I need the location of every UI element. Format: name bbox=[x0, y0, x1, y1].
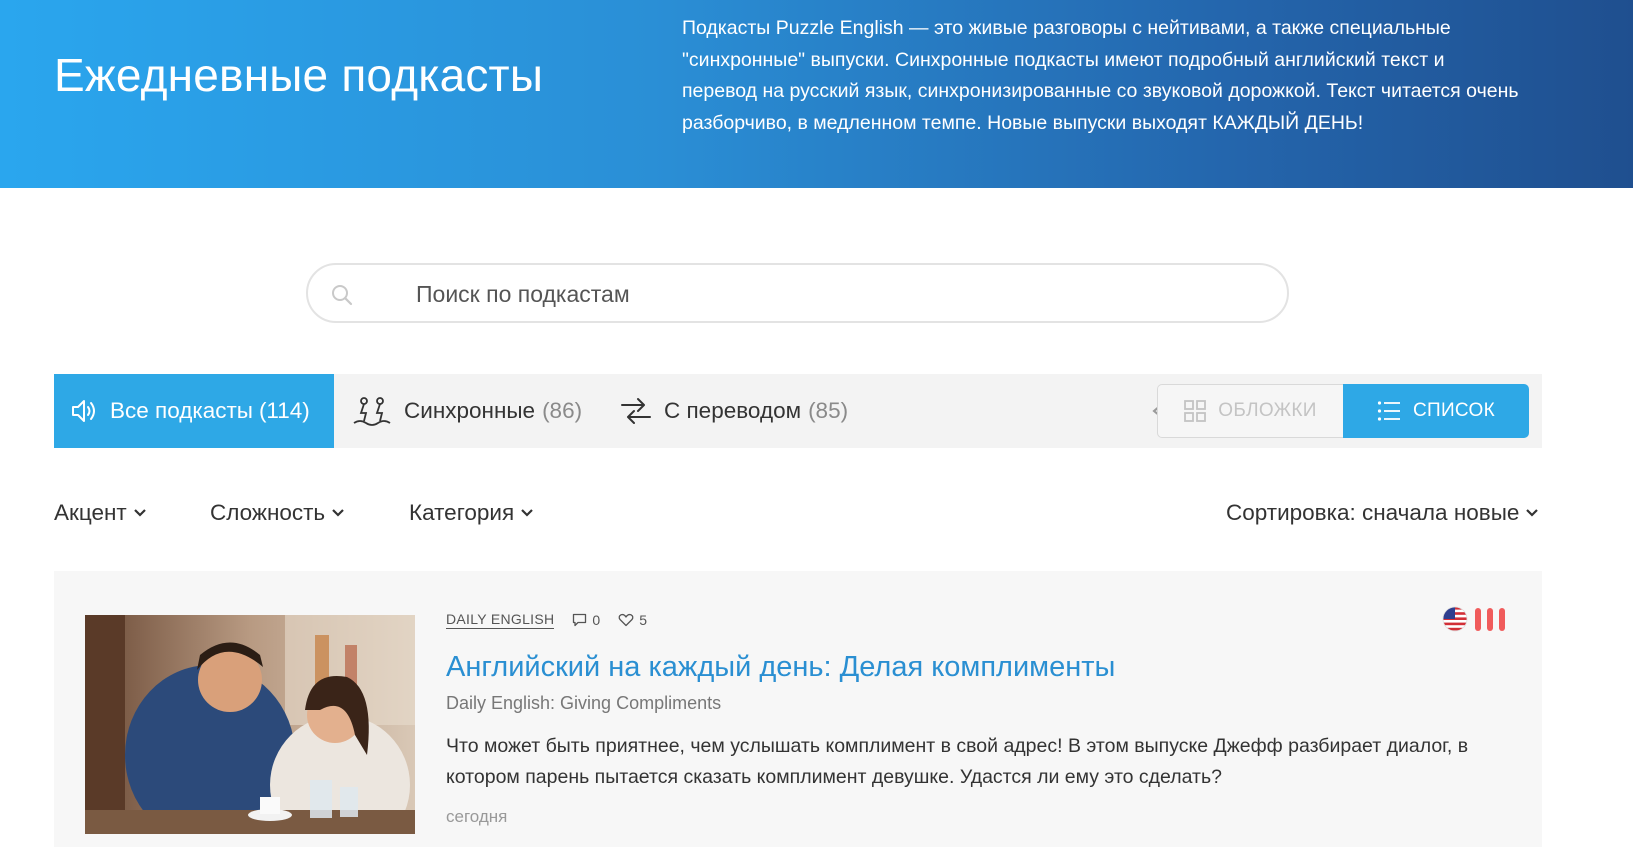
speaker-icon bbox=[72, 400, 95, 422]
podcast-title-link[interactable]: Английский на каждый день: Делая комплим… bbox=[446, 651, 1115, 684]
tab-count: (114) bbox=[258, 398, 310, 423]
tab-label: Синхронные bbox=[404, 398, 536, 423]
search-box[interactable] bbox=[306, 263, 1289, 323]
search-icon bbox=[332, 285, 353, 306]
comment-icon bbox=[573, 613, 587, 627]
tab-synchronous[interactable]: Синхронные (86) bbox=[352, 374, 582, 448]
podcast-cover-image[interactable] bbox=[85, 615, 415, 834]
level-bar bbox=[1487, 608, 1493, 631]
podcast-description: Что может быть приятнее, чем услышать ко… bbox=[446, 735, 1469, 788]
level-bar bbox=[1499, 608, 1505, 631]
search-input[interactable] bbox=[416, 277, 1256, 311]
podcast-date: сегодня bbox=[446, 807, 508, 826]
podcast-subtitle: Daily English: Giving Compliments bbox=[446, 693, 722, 713]
podcast-card[interactable]: DAILY ENGLISH 0 5 Английский на каждый д… bbox=[54, 571, 1542, 847]
category-filter-dropdown[interactable]: Категория bbox=[409, 500, 534, 526]
likes-count[interactable]: 5 bbox=[618, 612, 647, 628]
hero-banner: Ежедневные подкасты Подкасты Puzzle Engl… bbox=[0, 0, 1633, 188]
grid-icon bbox=[1184, 400, 1207, 422]
hero-description: Подкасты Puzzle English — это живые разг… bbox=[682, 17, 1519, 134]
comments-count[interactable]: 0 bbox=[572, 612, 600, 628]
chevron-down-icon bbox=[1526, 509, 1539, 517]
difficulty-filter-dropdown[interactable]: Сложность bbox=[210, 500, 345, 526]
list-label: СПИСОК bbox=[1413, 400, 1495, 421]
tab-all-podcasts[interactable]: Все подкасты (114) bbox=[54, 374, 334, 448]
likes-value: 5 bbox=[639, 612, 648, 628]
accent-filter-dropdown[interactable]: Акцент bbox=[54, 500, 147, 526]
covers-label: ОБЛОЖКИ bbox=[1218, 400, 1317, 421]
comments-value: 0 bbox=[592, 612, 601, 628]
tab-label: С переводом bbox=[664, 398, 802, 423]
heart-icon bbox=[618, 613, 634, 627]
filter-label: Сложность bbox=[210, 500, 326, 525]
chevron-down-icon bbox=[133, 509, 146, 517]
podcast-meta: DAILY ENGLISH 0 5 bbox=[446, 611, 647, 629]
difficulty-level-bars bbox=[1475, 608, 1511, 631]
category-tag-link[interactable]: DAILY ENGLISH bbox=[446, 611, 555, 629]
covers-view-button[interactable]: ОБЛОЖКИ bbox=[1157, 384, 1343, 438]
list-icon bbox=[1377, 401, 1400, 421]
tab-count: (86) bbox=[542, 398, 583, 423]
chevron-down-icon bbox=[332, 509, 344, 517]
filter-label: Акцент bbox=[54, 500, 127, 525]
chevron-down-icon bbox=[521, 509, 533, 517]
list-view-button[interactable]: СПИСОК bbox=[1343, 384, 1529, 438]
page-title: Ежедневные подкасты bbox=[54, 49, 544, 101]
sync-icon bbox=[353, 397, 391, 426]
translate-arrows-icon bbox=[621, 398, 651, 424]
sort-dropdown[interactable]: Сортировка: сначала новые bbox=[1226, 500, 1539, 526]
sort-label: Сортировка: сначала новые bbox=[1226, 500, 1520, 525]
us-flag-icon bbox=[1442, 606, 1468, 632]
tab-count: (85) bbox=[808, 398, 849, 423]
filter-label: Категория bbox=[409, 500, 515, 525]
tab-with-translation[interactable]: С переводом (85) bbox=[620, 374, 848, 448]
level-bar bbox=[1475, 608, 1481, 631]
tab-label: Все подкасты bbox=[110, 398, 253, 423]
